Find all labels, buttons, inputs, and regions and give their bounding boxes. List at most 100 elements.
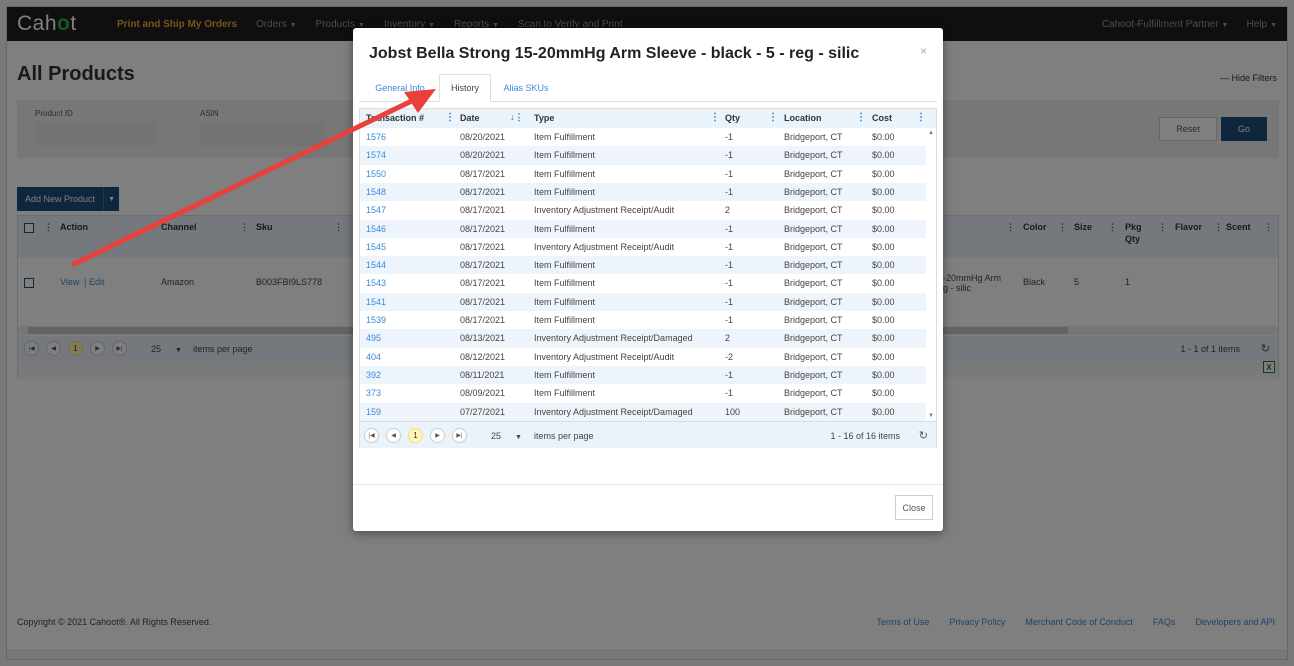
cell-date: 08/17/2021: [460, 186, 506, 197]
cell-date: 08/17/2021: [460, 278, 506, 289]
cell-transaction[interactable]: 1574: [366, 150, 386, 160]
current-page[interactable]: 1: [408, 428, 423, 443]
cell-cost: $0.00: [872, 205, 895, 216]
cell-date: 08/17/2021: [460, 241, 506, 252]
column-menu-icon[interactable]: ⋮: [856, 112, 866, 123]
column-menu-icon[interactable]: ⋮: [445, 112, 455, 123]
history-pager-info: 1 - 16 of 16 items: [830, 431, 900, 441]
cell-location: Bridgeport, CT: [784, 351, 843, 362]
modal-tabs: General Info History Alias SKUs: [359, 74, 937, 102]
tab-alias-skus[interactable]: Alias SKUs: [493, 74, 559, 102]
cell-cost: $0.00: [872, 278, 895, 289]
cell-qty: -1: [725, 168, 734, 179]
page-size-select[interactable]: 25▼: [491, 431, 522, 441]
cell-date: 08/12/2021: [460, 351, 506, 362]
tab-general-info[interactable]: General Info: [363, 74, 437, 102]
cell-transaction[interactable]: 1544: [366, 260, 386, 270]
cell-transaction[interactable]: 1546: [366, 224, 386, 234]
cell-date: 08/17/2021: [460, 315, 506, 325]
col-date[interactable]: Date: [460, 113, 480, 123]
cell-qty: -2: [725, 351, 734, 362]
cell-type: Item Fulfillment: [534, 223, 596, 234]
refresh-icon[interactable]: ↻: [919, 429, 928, 442]
scroll-down-icon[interactable]: ▼: [928, 413, 934, 419]
cell-type: Item Fulfillment: [534, 278, 596, 289]
cell-location: Bridgeport, CT: [784, 186, 843, 197]
column-menu-icon[interactable]: ⋮: [916, 112, 926, 123]
cell-cost: $0.00: [872, 333, 895, 344]
col-transaction[interactable]: Transaction #: [366, 113, 424, 123]
chevron-down-icon: ▼: [515, 434, 522, 441]
cell-qty: -1: [725, 260, 734, 271]
col-type[interactable]: Type: [534, 113, 554, 123]
cell-cost: $0.00: [872, 150, 895, 161]
cell-type: Item Fulfillment: [534, 296, 596, 307]
col-cost[interactable]: Cost: [872, 113, 892, 123]
cell-qty: -1: [725, 278, 734, 289]
table-row: 1576 08/20/2021 Item Fulfillment -1 Bridgepo…: [360, 128, 926, 146]
cell-date: 08/17/2021: [460, 205, 506, 216]
cell-transaction[interactable]: 392: [366, 370, 381, 380]
cell-qty: -1: [725, 315, 734, 325]
cell-transaction[interactable]: 1541: [366, 297, 386, 307]
cell-qty: 100: [725, 406, 741, 417]
prev-page-icon[interactable]: ◀: [386, 428, 401, 443]
scroll-up-icon[interactable]: ▲: [928, 130, 934, 136]
cell-qty: 2: [725, 205, 731, 216]
table-row: 1545 08/17/2021 Inventory Adjustment Recei…: [360, 238, 926, 256]
cell-transaction[interactable]: 1576: [366, 132, 386, 142]
cell-cost: $0.00: [872, 315, 895, 325]
cell-type: Item Fulfillment: [534, 168, 596, 179]
cell-transaction[interactable]: 373: [366, 388, 381, 398]
cell-transaction[interactable]: 159: [366, 407, 381, 417]
cell-location: Bridgeport, CT: [784, 150, 843, 161]
cell-qty: -1: [725, 223, 734, 234]
col-location[interactable]: Location: [784, 113, 822, 123]
cell-type: Item Fulfillment: [534, 315, 596, 325]
cell-type: Inventory Adjustment Receipt/Audit: [534, 205, 675, 216]
cell-date: 08/09/2021: [460, 388, 506, 399]
cell-type: Item Fulfillment: [534, 132, 596, 142]
history-grid-header: Transaction # ⋮ Date ↓⋮ Type ⋮ Qty ⋮ Loc…: [360, 109, 936, 128]
cell-transaction[interactable]: 1550: [366, 169, 386, 179]
cell-date: 08/17/2021: [460, 260, 506, 271]
cell-qty: -1: [725, 369, 734, 380]
column-menu-icon[interactable]: ⋮: [710, 112, 720, 123]
next-page-icon[interactable]: ▶: [430, 428, 445, 443]
table-row: 1543 08/17/2021 Item Fulfillment -1 Bridgepo…: [360, 274, 926, 292]
column-menu-icon[interactable]: ⋮: [768, 112, 778, 123]
cell-transaction[interactable]: 404: [366, 352, 381, 362]
cell-location: Bridgeport, CT: [784, 168, 843, 179]
cell-location: Bridgeport, CT: [784, 132, 843, 142]
cell-cost: $0.00: [872, 388, 895, 399]
col-qty[interactable]: Qty: [725, 113, 740, 123]
cell-qty: -1: [725, 150, 734, 161]
close-button[interactable]: Close: [895, 495, 933, 520]
cell-qty: 2: [725, 333, 731, 344]
cell-transaction[interactable]: 495: [366, 333, 381, 343]
cell-type: Item Fulfillment: [534, 150, 596, 161]
last-page-icon[interactable]: ▶|: [452, 428, 467, 443]
table-row: 1574 08/20/2021 Item Fulfillment -1 Bridgepo…: [360, 146, 926, 165]
cell-transaction[interactable]: 1539: [366, 315, 386, 325]
tab-history[interactable]: History: [439, 74, 491, 102]
sort-desc-icon[interactable]: ↓⋮: [510, 112, 524, 123]
close-icon[interactable]: ×: [920, 44, 927, 58]
cell-date: 08/17/2021: [460, 223, 506, 234]
cell-date: 08/11/2021: [460, 369, 505, 380]
cell-transaction[interactable]: 1548: [366, 187, 386, 197]
cell-transaction[interactable]: 1543: [366, 278, 386, 288]
cell-transaction[interactable]: 1545: [366, 242, 386, 252]
table-row: 159 07/27/2021 Inventory Adjustment Receip…: [360, 402, 926, 421]
cell-type: Item Fulfillment: [534, 260, 596, 271]
cell-transaction[interactable]: 1547: [366, 205, 386, 215]
table-row: 1548 08/17/2021 Item Fulfillment -1 Bridgepo…: [360, 182, 926, 202]
first-page-icon[interactable]: |◀: [364, 428, 379, 443]
history-grid: Transaction # ⋮ Date ↓⋮ Type ⋮ Qty ⋮ Loc…: [359, 108, 937, 448]
cell-date: 08/20/2021: [460, 150, 506, 161]
cell-type: Item Fulfillment: [534, 186, 596, 197]
history-vertical-scrollbar[interactable]: ▲ ▼: [926, 128, 936, 421]
table-row: 1550 08/17/2021 Item Fulfillment -1 Bridgepo…: [360, 165, 926, 183]
cell-qty: -1: [725, 241, 734, 252]
cell-location: Bridgeport, CT: [784, 205, 843, 216]
